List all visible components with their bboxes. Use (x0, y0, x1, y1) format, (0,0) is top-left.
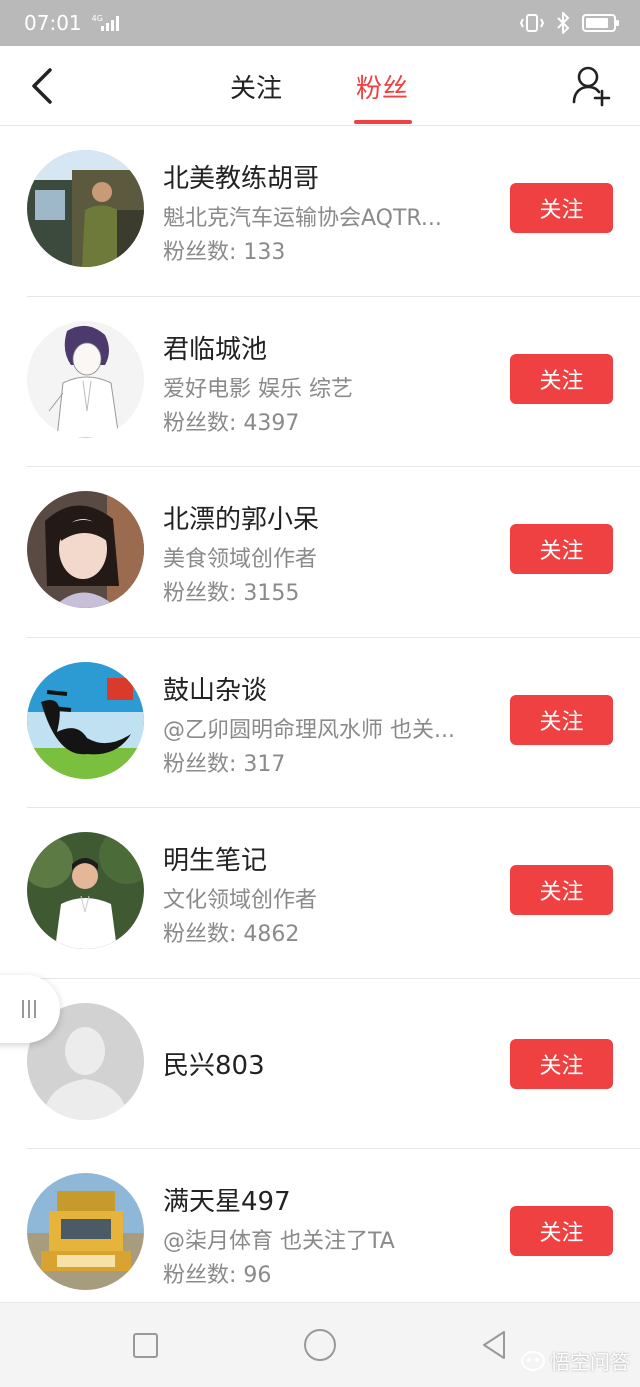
status-bar: 07:01 4G (0, 0, 640, 46)
vibrate-icon (520, 14, 544, 32)
avatar[interactable] (27, 832, 144, 949)
fans-count: 粉丝数: 133 (163, 240, 286, 265)
list-item[interactable]: 鼓山杂谈 @乙卯圆明命理风水师 也关... 粉丝数: 317 关注 (0, 638, 640, 808)
list-item[interactable]: 北漂的郭小呆 美食领域创作者 粉丝数: 3155 关注 (0, 467, 640, 638)
avatar[interactable] (27, 491, 144, 608)
battery-icon (582, 14, 619, 32)
add-user-icon (572, 66, 611, 107)
user-name: 满天星497 (163, 1187, 291, 1217)
bluetooth-icon (557, 12, 570, 34)
home-button[interactable] (304, 1329, 336, 1361)
follow-button[interactable]: 关注 (510, 694, 613, 745)
user-name: 鼓山杂谈 (163, 675, 268, 706)
avatar[interactable] (27, 150, 144, 267)
chevron-left-icon (32, 68, 52, 104)
user-description: @柒月体育 也关注了TA (163, 1229, 395, 1254)
follow-button[interactable]: 关注 (510, 1038, 613, 1089)
signal-group: 4G (91, 14, 119, 31)
fans-count: 粉丝数: 317 (163, 751, 286, 777)
follow-button[interactable]: 关注 (510, 1206, 613, 1256)
system-navigation-bar: 悟空问答 (0, 1302, 640, 1387)
user-name: 民兴803 (163, 1050, 265, 1081)
avatar[interactable] (27, 320, 144, 438)
list-item[interactable]: 君临城池 爱好电影 娱乐 综艺 粉丝数: 4397 关注 (0, 297, 640, 467)
user-description: 魁北克汽车运输协会AQTR... (163, 206, 442, 231)
user-description: @乙卯圆明命理风水师 也关... (163, 717, 455, 743)
status-left: 07:01 4G (24, 11, 119, 35)
user-name: 君临城池 (163, 334, 268, 365)
add-user-button[interactable] (572, 64, 612, 108)
user-description: 爱好电影 娱乐 综艺 (163, 376, 353, 402)
signal-icon (100, 15, 119, 31)
back-triangle-icon[interactable] (480, 1329, 508, 1361)
list-item[interactable]: 民兴803 关注 (0, 979, 640, 1149)
recent-apps-button[interactable] (133, 1333, 158, 1358)
watermark-logo-icon (521, 1350, 545, 1371)
follow-button[interactable]: 关注 (510, 353, 613, 404)
list-item[interactable]: 明生笔记 文化领域创作者 粉丝数: 4862 关注 (0, 808, 640, 979)
user-name: 北漂的郭小呆 (163, 505, 320, 535)
top-navigation-bar: 关注 粉丝 (0, 46, 640, 126)
follow-button[interactable]: 关注 (510, 183, 613, 233)
user-name: 明生笔记 (163, 846, 268, 876)
fans-list: 北美教练胡哥 魁北克汽车运输协会AQTR... 粉丝数: 133 关注 君临城池… (0, 126, 640, 1320)
fans-count: 粉丝数: 4397 (163, 410, 300, 436)
fans-count: 粉丝数: 3155 (163, 581, 300, 606)
watermark: 悟空问答 (520, 1346, 630, 1375)
user-description: 美食领域创作者 (163, 547, 318, 572)
active-tab-indicator (354, 120, 412, 124)
avatar[interactable] (27, 661, 144, 779)
back-button[interactable] (22, 64, 62, 108)
tab-fans[interactable]: 粉丝 (356, 68, 408, 126)
tab-following[interactable]: 关注 (230, 68, 282, 126)
fans-count: 粉丝数: 4862 (163, 922, 300, 947)
list-item[interactable]: 北美教练胡哥 魁北克汽车运输协会AQTR... 粉丝数: 133 关注 (0, 126, 640, 297)
status-right (520, 12, 619, 34)
list-item[interactable]: 满天星497 @柒月体育 也关注了TA 粉丝数: 96 关注 (0, 1149, 640, 1320)
avatar[interactable] (27, 1173, 144, 1290)
network-label: 4G (91, 14, 103, 23)
user-description: 文化领域创作者 (163, 888, 318, 913)
follow-button[interactable]: 关注 (510, 524, 613, 574)
fans-count: 粉丝数: 96 (163, 1263, 272, 1288)
follow-button[interactable]: 关注 (510, 865, 613, 915)
user-name: 北美教练胡哥 (163, 164, 320, 194)
status-time: 07:01 (24, 11, 82, 35)
watermark-text: 悟空问答 (550, 1350, 630, 1374)
